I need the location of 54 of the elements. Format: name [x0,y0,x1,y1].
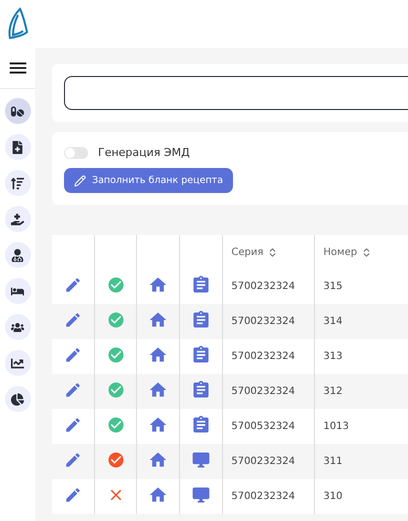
column-header[interactable]: Серия [231,246,278,258]
sidebar-item[interactable] [4,350,30,376]
table-cell: 5700232324 [231,351,295,362]
sort-icon [11,176,24,190]
clipboard-icon[interactable] [191,275,212,295]
table-cell: 5700232324 [231,491,295,502]
sidebar-item[interactable] [4,170,30,196]
edit-icon[interactable] [64,486,82,504]
logo-icon [6,7,28,41]
sidebar-item[interactable] [4,278,30,304]
pie-chart-icon [11,392,24,406]
sidebar-item[interactable] [4,314,30,340]
table-cell: 313 [323,351,342,362]
table-cell: 5700232324 [231,316,295,327]
table-cell: 314 [323,316,342,327]
sidebar-item[interactable] [4,386,30,412]
edit-icon[interactable] [64,451,82,469]
edit-icon[interactable] [64,276,82,294]
clipboard-icon[interactable] [191,380,212,400]
table-cell: 315 [323,281,342,292]
clipboard-icon[interactable] [191,415,212,435]
line-chart-icon [11,356,24,370]
fill-form-button[interactable]: Заполнить бланк рецепта [64,168,234,193]
table-cell: 311 [323,456,342,467]
doctor-icon [11,248,24,262]
clipboard-icon[interactable] [191,345,212,365]
toggle-label: Генерация ЭМД [98,146,190,159]
column-header[interactable]: Номер [323,246,372,258]
table-cell: 1013 [323,421,349,432]
table-cell: 312 [323,386,342,397]
edit-icon[interactable] [64,416,82,434]
users-icon [11,320,24,334]
sidebar-item[interactable] [4,242,30,268]
sidebar-item[interactable] [4,98,30,124]
toggle-switch[interactable] [64,146,88,158]
hand-medical-icon [11,212,24,226]
edit-icon[interactable] [64,346,82,364]
bed-icon [11,284,24,298]
pills-icon [11,104,24,118]
table-cell: 5700232324 [231,456,295,467]
table-cell: 310 [323,491,342,502]
monitor-icon[interactable] [191,450,212,470]
edit-icon[interactable] [64,311,82,329]
sidebar-item[interactable] [4,206,30,232]
table-cell: 5700232324 [231,281,295,292]
table-cell: 5700232324 [231,386,295,397]
monitor-icon[interactable] [191,485,212,505]
clipboard-icon[interactable] [191,310,212,330]
edit-icon[interactable] [64,381,82,399]
medical-file-icon [11,140,24,154]
search-field[interactable] [64,76,408,110]
sidebar-item[interactable] [4,134,30,160]
table-cell: 5700532324 [231,421,295,432]
pencil-icon [74,174,86,186]
